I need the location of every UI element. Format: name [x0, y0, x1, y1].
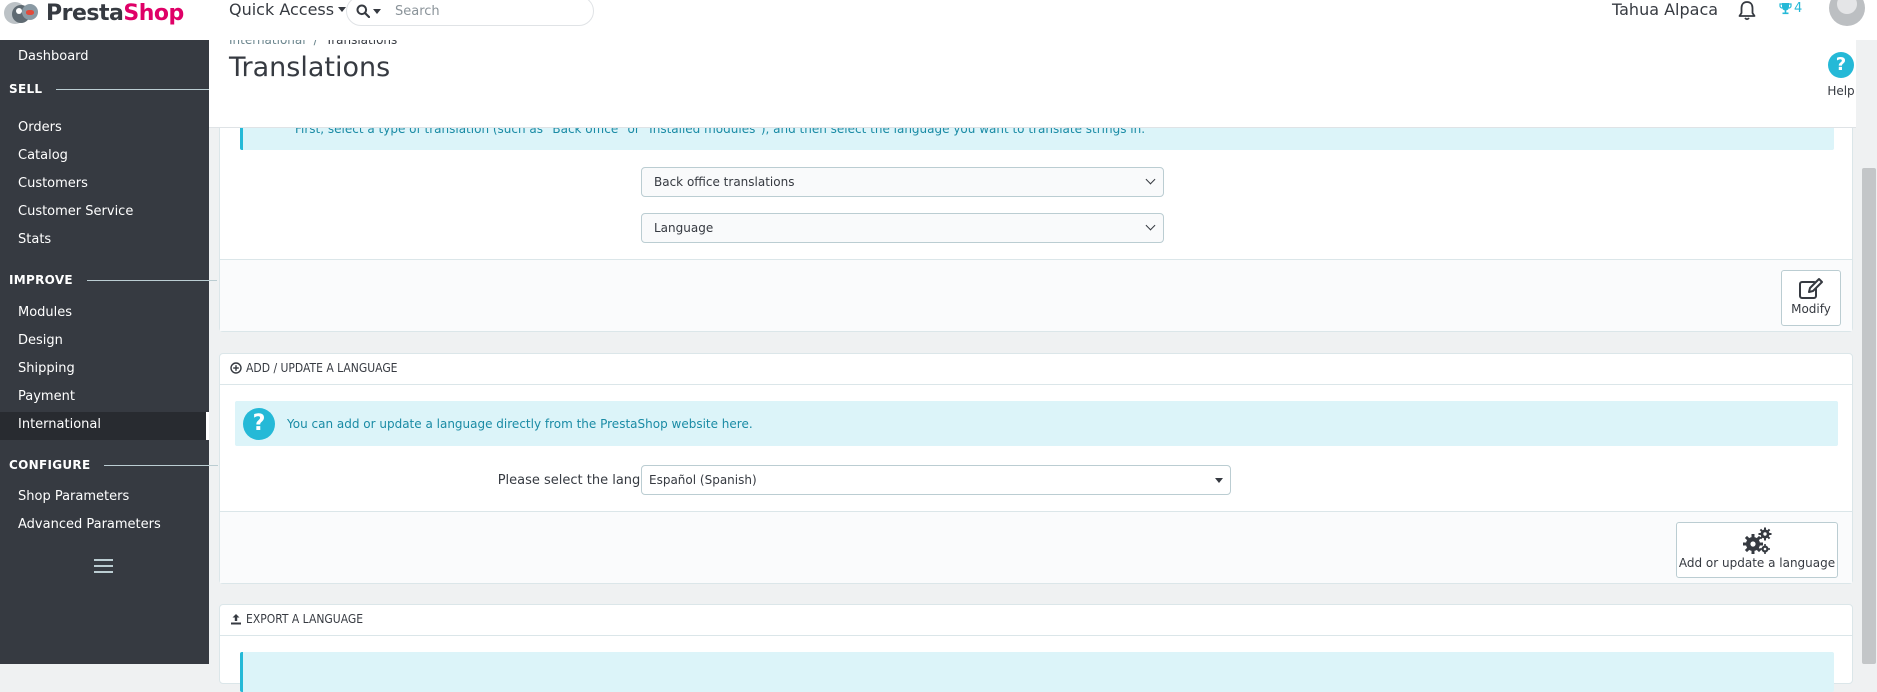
page-title: Translations — [229, 52, 391, 83]
sidebar-item-modules[interactable]: Modules — [18, 305, 72, 320]
quick-access-label: Quick Access — [229, 0, 335, 19]
help-label: Help — [1827, 84, 1855, 98]
info-alert: ? You can add or update a language direc… — [235, 401, 1838, 446]
quick-access-dropdown[interactable]: Quick Access — [229, 0, 347, 19]
selected-value: Back office translations — [654, 175, 795, 189]
gears-icon — [1743, 527, 1772, 554]
heading-divider — [220, 384, 1852, 385]
chevron-down-icon — [1145, 220, 1156, 231]
language-to-add-select[interactable]: Español (Spanish) — [641, 465, 1231, 495]
sidebar-item-design[interactable]: Design — [18, 333, 63, 348]
heading-divider — [220, 635, 1852, 636]
sidebar-section-sell: SELL — [9, 82, 211, 96]
trophy-counter[interactable]: 4 — [1779, 1, 1802, 16]
panel-heading: EXPORT A LANGUAGE — [230, 612, 363, 626]
info-alert — [240, 652, 1834, 692]
alert-text[interactable]: You can add or update a language directl… — [287, 417, 753, 431]
sidebar-item-orders[interactable]: Orders — [18, 120, 62, 135]
caret-down-icon — [338, 7, 347, 12]
type-of-translation-select[interactable]: Back office translations — [641, 167, 1164, 197]
panel-heading-text: EXPORT A LANGUAGE — [246, 612, 364, 626]
active-item-indicator — [206, 412, 209, 440]
top-header: PrestaShop Quick Access Tahua Alpaca 4 — [0, 0, 1877, 40]
notifications-bell-icon[interactable] — [1737, 0, 1757, 22]
sidebar-item-shipping[interactable]: Shipping — [18, 361, 75, 376]
employee-name[interactable]: Tahua Alpaca — [1612, 0, 1718, 19]
prestashop-logo[interactable]: PrestaShop — [0, 0, 210, 26]
chevron-down-icon — [1145, 174, 1156, 185]
help-button[interactable]: ? Help — [1821, 52, 1861, 98]
sidebar-section-improve: IMPROVE — [9, 273, 217, 287]
search-type-dropdown[interactable] — [356, 4, 381, 18]
modify-button-label: Modify — [1791, 302, 1831, 316]
caret-down-icon — [373, 8, 381, 14]
search-bar — [346, 0, 594, 26]
sidebar-item-stats[interactable]: Stats — [18, 232, 51, 247]
sidebar-item-international[interactable]: International — [18, 417, 101, 432]
plus-circle-icon — [230, 362, 242, 374]
sidebar-item-advanced-parameters[interactable]: Advanced Parameters — [18, 517, 161, 532]
scrollbar-thumb[interactable] — [1862, 168, 1876, 664]
panel-heading-text: ADD / UPDATE A LANGUAGE — [246, 361, 398, 375]
collapse-menu-icon[interactable] — [94, 559, 113, 573]
employee-avatar[interactable] — [1829, 0, 1865, 26]
sidebar-item-shop-parameters[interactable]: Shop Parameters — [18, 489, 129, 504]
add-or-update-button-label: Add or update a language — [1678, 556, 1836, 570]
trophy-icon — [1779, 3, 1792, 15]
trophy-count: 4 — [1794, 1, 1803, 16]
add-update-language-panel: ADD / UPDATE A LANGUAGE ? You can add or… — [219, 353, 1853, 584]
search-input[interactable] — [393, 2, 573, 20]
logo-text: PrestaShop — [46, 0, 184, 26]
panel-footer: Modify — [220, 259, 1852, 331]
upload-icon — [231, 614, 241, 625]
add-or-update-language-button[interactable]: Add or update a language — [1676, 522, 1838, 578]
sidebar-item-customers[interactable]: Customers — [18, 176, 88, 191]
sidebar-item-customer-service[interactable]: Customer Service — [18, 204, 133, 219]
sidebar-section-configure: CONFIGURE — [9, 458, 219, 472]
edit-icon — [1799, 278, 1823, 299]
puffin-logo-icon — [2, 2, 46, 24]
sidebar-item-dashboard[interactable]: Dashboard — [18, 49, 89, 64]
select-language-select[interactable]: Language — [641, 213, 1164, 243]
caret-down-icon — [1215, 478, 1223, 483]
sidebar-nav: Dashboard SELL Orders Catalog Customers … — [0, 40, 219, 664]
search-icon — [356, 4, 370, 18]
sidebar-item-payment[interactable]: Payment — [18, 389, 75, 404]
selected-value: Español (Spanish) — [649, 473, 757, 487]
modify-button[interactable]: Modify — [1781, 270, 1841, 326]
help-icon: ? — [1828, 52, 1854, 78]
panel-footer: Add or update a language — [220, 511, 1852, 583]
question-circle-icon: ? — [243, 407, 275, 440]
panel-heading: ADD / UPDATE A LANGUAGE — [230, 361, 398, 375]
selected-value: Language — [654, 221, 714, 235]
export-language-panel: EXPORT A LANGUAGE — [219, 604, 1853, 692]
sidebar-item-catalog[interactable]: Catalog — [18, 148, 68, 163]
